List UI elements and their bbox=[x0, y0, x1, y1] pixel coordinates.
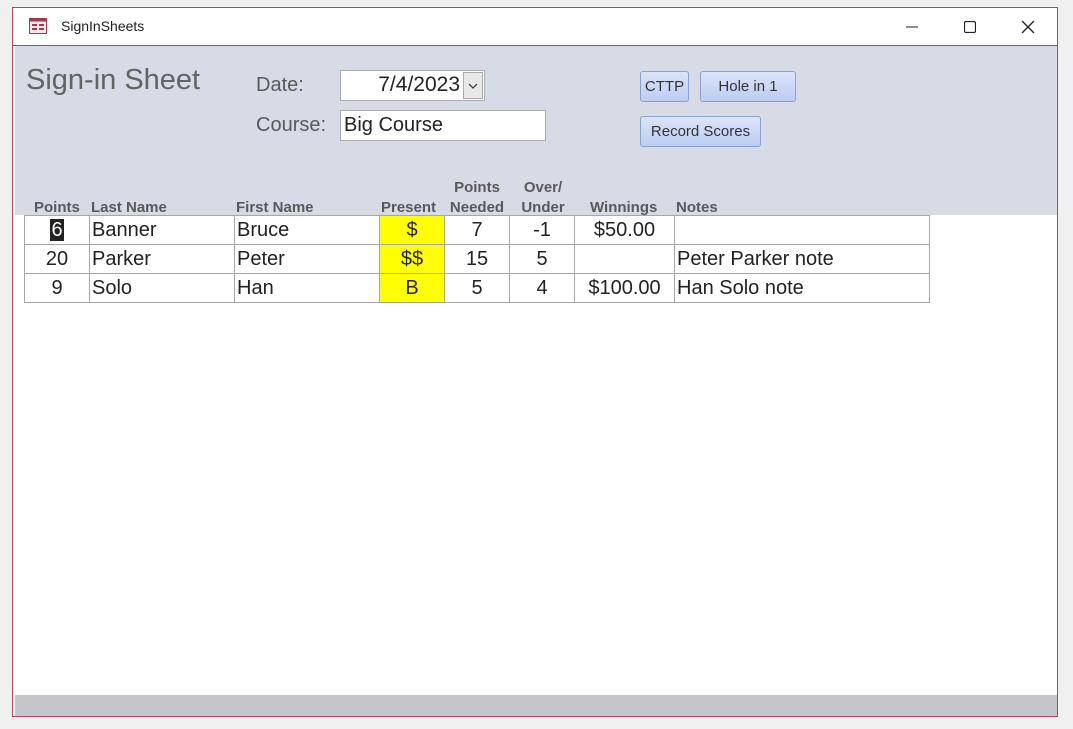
over-under-cell[interactable]: 5 bbox=[509, 244, 575, 274]
over-under-cell[interactable]: 4 bbox=[509, 273, 575, 303]
present-cell[interactable]: $ bbox=[379, 215, 445, 245]
window-title: SignInSheets bbox=[61, 18, 145, 34]
course-field[interactable]: Big Course bbox=[340, 110, 546, 141]
header-points-needed-line1: Points bbox=[454, 179, 500, 196]
course-label: Course: bbox=[256, 114, 327, 136]
maximize-icon bbox=[964, 20, 976, 33]
notes-cell[interactable]: Peter Parker note bbox=[674, 244, 930, 274]
winnings-cell[interactable]: $100.00 bbox=[574, 273, 675, 303]
form-header: Sign-in Sheet Date: 7/4/2023 Course: Big… bbox=[15, 46, 1057, 218]
first-name-cell[interactable]: Peter bbox=[234, 244, 380, 274]
table-row: 20 Parker Peter $$ 15 5 Peter Parker not… bbox=[24, 244, 930, 274]
hole-in-1-button[interactable]: Hole in 1 bbox=[700, 71, 796, 102]
header-over-under-line1: Over/ bbox=[523, 179, 563, 196]
signin-table: 6 Banner Bruce $ 7 -1 $50.00 20 Parker P… bbox=[24, 215, 930, 303]
title-bar[interactable]: SignInSheets bbox=[13, 8, 1057, 46]
header-over-under: Over/ Under bbox=[513, 178, 573, 218]
record-scores-button[interactable]: Record Scores bbox=[640, 116, 761, 147]
date-combobox[interactable]: 7/4/2023 bbox=[340, 70, 485, 101]
present-cell[interactable]: $$ bbox=[379, 244, 445, 274]
table-row: 6 Banner Bruce $ 7 -1 $50.00 bbox=[24, 215, 930, 245]
winnings-cell[interactable] bbox=[574, 244, 675, 274]
points-cell[interactable]: 9 bbox=[24, 273, 90, 303]
close-icon bbox=[1021, 20, 1035, 33]
status-bar bbox=[15, 695, 1057, 716]
cttp-button[interactable]: CTTP bbox=[640, 71, 689, 102]
header-points-needed: Points Needed bbox=[447, 178, 507, 218]
minimize-icon bbox=[906, 26, 918, 27]
app-window: SignInSheets Sign-in Sheet Date: 7/4/202… bbox=[12, 7, 1058, 717]
notes-cell[interactable] bbox=[674, 215, 930, 245]
points-needed-cell[interactable]: 7 bbox=[444, 215, 510, 245]
chevron-down-icon bbox=[468, 83, 478, 89]
date-label: Date: bbox=[256, 74, 304, 96]
over-under-cell[interactable]: -1 bbox=[509, 215, 575, 245]
minimize-button[interactable] bbox=[883, 8, 941, 45]
last-name-cell[interactable]: Banner bbox=[89, 215, 235, 245]
date-value[interactable]: 7/4/2023 bbox=[378, 73, 460, 97]
points-cell[interactable]: 6 bbox=[24, 215, 90, 245]
first-name-cell[interactable]: Bruce bbox=[234, 215, 380, 245]
course-value[interactable]: Big Course bbox=[344, 114, 443, 137]
points-value[interactable]: 6 bbox=[50, 219, 64, 241]
date-dropdown-button[interactable] bbox=[463, 72, 483, 99]
winnings-cell[interactable]: $50.00 bbox=[574, 215, 675, 245]
present-cell[interactable]: B bbox=[379, 273, 445, 303]
notes-cell[interactable]: Han Solo note bbox=[674, 273, 930, 303]
form-title: Sign-in Sheet bbox=[26, 64, 201, 96]
points-needed-cell[interactable]: 5 bbox=[444, 273, 510, 303]
first-name-cell[interactable]: Han bbox=[234, 273, 380, 303]
table-row: 9 Solo Han B 5 4 $100.00 Han Solo note bbox=[24, 273, 930, 303]
close-button[interactable] bbox=[999, 8, 1057, 45]
points-cell[interactable]: 20 bbox=[24, 244, 90, 274]
access-form-icon bbox=[29, 18, 47, 34]
last-name-cell[interactable]: Solo bbox=[89, 273, 235, 303]
last-name-cell[interactable]: Parker bbox=[89, 244, 235, 274]
points-needed-cell[interactable]: 15 bbox=[444, 244, 510, 274]
maximize-button[interactable] bbox=[941, 8, 999, 45]
